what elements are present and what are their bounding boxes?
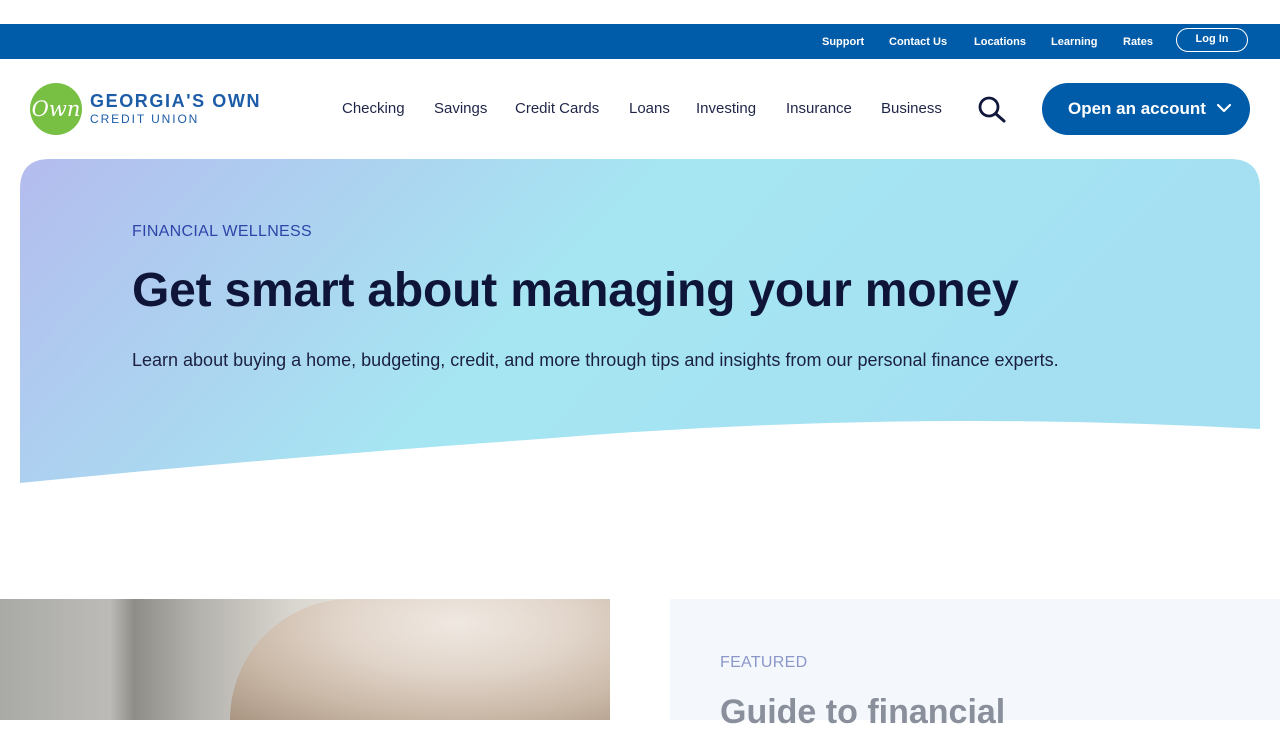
page-title: Get smart about managing your money <box>132 264 1019 317</box>
hero-eyebrow: FINANCIAL WELLNESS <box>132 223 312 240</box>
login-button[interactable]: Log In <box>1176 28 1248 52</box>
nav-item-credit-cards[interactable]: Credit Cards <box>515 100 599 118</box>
search-icon <box>978 96 1006 123</box>
logo[interactable]: Own GEORGIA'S OWN CREDIT UNION <box>30 83 280 135</box>
utility-link-learning[interactable]: Learning <box>1051 36 1097 49</box>
nav-item-savings[interactable]: Savings <box>434 100 487 118</box>
featured-label: FEATURED <box>720 654 808 671</box>
photo-subject <box>230 599 610 720</box>
nav-item-loans[interactable]: Loans <box>629 100 670 118</box>
nav-item-investing[interactable]: Investing <box>696 100 756 118</box>
nav-item-insurance[interactable]: Insurance <box>786 100 852 118</box>
chevron-down-icon <box>1216 103 1232 113</box>
utility-bar: Support Contact Us Locations Learning Ra… <box>0 24 1280 59</box>
logo-subname: CREDIT UNION <box>90 112 200 126</box>
logo-name: GEORGIA'S OWN <box>90 91 262 111</box>
hero-background <box>20 159 1260 483</box>
featured-card[interactable]: FEATURED Guide to financial <box>670 599 1280 731</box>
utility-link-rates[interactable]: Rates <box>1123 36 1153 49</box>
hero-banner: FINANCIAL WELLNESS Get smart about manag… <box>20 159 1260 489</box>
utility-link-locations[interactable]: Locations <box>974 36 1026 49</box>
featured-title[interactable]: Guide to financial <box>720 693 1005 732</box>
search-button[interactable] <box>976 95 1008 123</box>
featured-photo <box>0 599 610 720</box>
hero-subtitle: Learn about buying a home, budgeting, cr… <box>132 350 1059 370</box>
nav-item-business[interactable]: Business <box>881 100 942 118</box>
open-account-button[interactable]: Open an account <box>1042 83 1250 135</box>
nav-item-checking[interactable]: Checking <box>342 100 405 118</box>
open-account-label: Open an account <box>1068 99 1206 118</box>
utility-link-contact-us[interactable]: Contact Us <box>889 36 947 49</box>
logo-mark: Own <box>30 83 82 135</box>
utility-link-support[interactable]: Support <box>822 36 864 49</box>
